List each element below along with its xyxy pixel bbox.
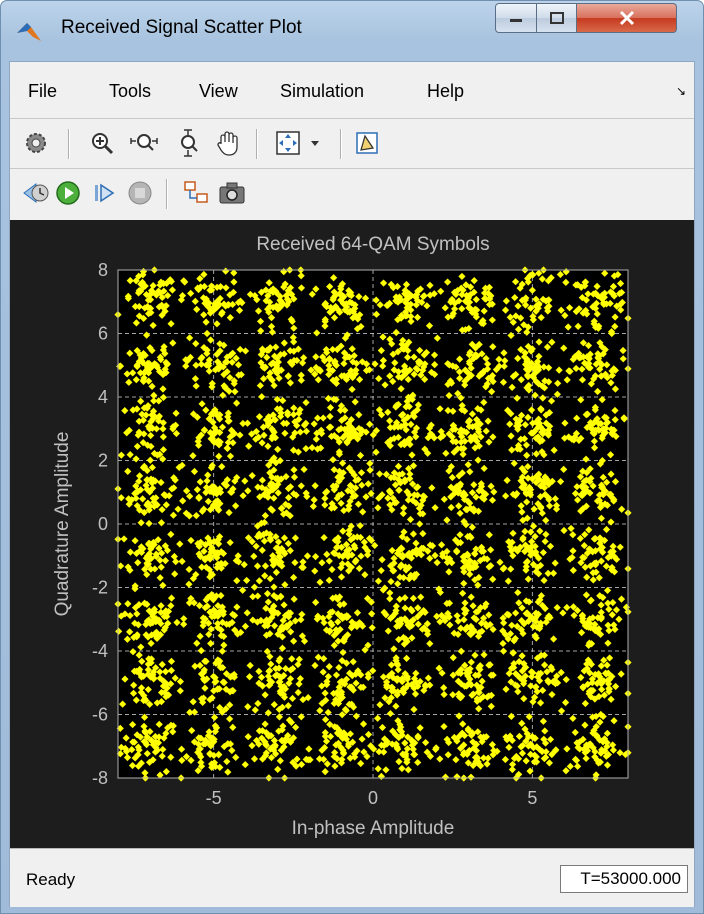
toolbar-main bbox=[10, 118, 694, 169]
y-tick-label: -4 bbox=[92, 641, 108, 661]
window-title: Received Signal Scatter Plot bbox=[61, 17, 302, 38]
zoom-in-icon[interactable] bbox=[88, 129, 116, 157]
y-tick-label: -2 bbox=[92, 578, 108, 598]
matlab-logo-icon bbox=[17, 23, 41, 41]
toolbar-separator bbox=[166, 179, 168, 209]
toolbar-separator bbox=[340, 129, 342, 159]
step-back-icon[interactable] bbox=[22, 179, 50, 207]
maximize-icon bbox=[549, 12, 564, 24]
y-tick-label: -6 bbox=[92, 705, 108, 725]
plot-area[interactable]: Received 64-QAM Symbols In-phase Amplitud… bbox=[10, 220, 694, 848]
zoom-x-icon[interactable] bbox=[130, 129, 158, 157]
y-axis-label: Quadrature Amplitude bbox=[52, 432, 73, 617]
pan-hand-icon[interactable] bbox=[214, 129, 242, 157]
simulation-time-value: T=53000.000 bbox=[580, 869, 681, 888]
camera-icon[interactable] bbox=[218, 179, 246, 207]
menu-simulation[interactable]: Simulation bbox=[280, 81, 364, 102]
minimize-icon bbox=[510, 19, 522, 22]
menu-view[interactable]: View bbox=[199, 81, 238, 102]
menu-file[interactable]: File bbox=[28, 81, 57, 102]
step-forward-icon[interactable] bbox=[90, 179, 118, 207]
y-tick-label: 6 bbox=[98, 324, 108, 344]
minimize-button[interactable] bbox=[495, 3, 537, 33]
close-icon bbox=[619, 10, 634, 26]
menu-help[interactable]: Help bbox=[427, 81, 464, 102]
scatter-chart[interactable]: Received 64-QAM Symbols In-phase Amplitud… bbox=[10, 220, 694, 848]
status-text: Ready bbox=[26, 870, 76, 889]
menu-tools[interactable]: Tools bbox=[109, 81, 151, 102]
y-tick-label: 4 bbox=[98, 387, 108, 407]
toolbar-separator bbox=[256, 129, 258, 159]
dock-arrow-icon[interactable]: ↘ bbox=[676, 84, 686, 98]
gear-icon[interactable] bbox=[22, 129, 50, 157]
maximize-button[interactable] bbox=[537, 3, 577, 33]
y-tick-label: 8 bbox=[98, 260, 108, 280]
x-tick-label: 0 bbox=[368, 788, 378, 808]
simulation-time: T=53000.000 bbox=[560, 865, 688, 893]
run-icon[interactable] bbox=[54, 179, 82, 207]
dropdown-arrow-icon[interactable] bbox=[306, 129, 324, 157]
toolbar-separator bbox=[68, 129, 70, 159]
x-axis-label: In-phase Amplitude bbox=[292, 818, 455, 839]
simulink-block-icon[interactable] bbox=[182, 179, 210, 207]
y-tick-label: -8 bbox=[92, 768, 108, 788]
autoscale-icon[interactable] bbox=[274, 129, 302, 157]
zoom-y-icon[interactable] bbox=[174, 129, 202, 157]
title-bar[interactable]: Received Signal Scatter Plot bbox=[1, 1, 703, 59]
toolbar-simulation bbox=[10, 168, 694, 219]
x-tick-label: -5 bbox=[206, 788, 222, 808]
stop-icon[interactable] bbox=[126, 179, 154, 207]
status-bar: Ready T=53000.000 bbox=[10, 848, 694, 907]
scope-window: Received Signal Scatter Plot File Tools … bbox=[0, 0, 704, 914]
menu-bar: File Tools View Simulation Help ↘ bbox=[10, 62, 694, 118]
chart-title: Received 64-QAM Symbols bbox=[256, 234, 489, 255]
client-area: File Tools View Simulation Help ↘ Receiv… bbox=[9, 61, 695, 907]
x-tick-label: 5 bbox=[527, 788, 537, 808]
y-tick-label: 2 bbox=[98, 451, 108, 471]
close-button[interactable] bbox=[577, 3, 677, 33]
y-tick-label: 0 bbox=[98, 514, 108, 534]
highlight-block-icon[interactable] bbox=[354, 129, 382, 157]
